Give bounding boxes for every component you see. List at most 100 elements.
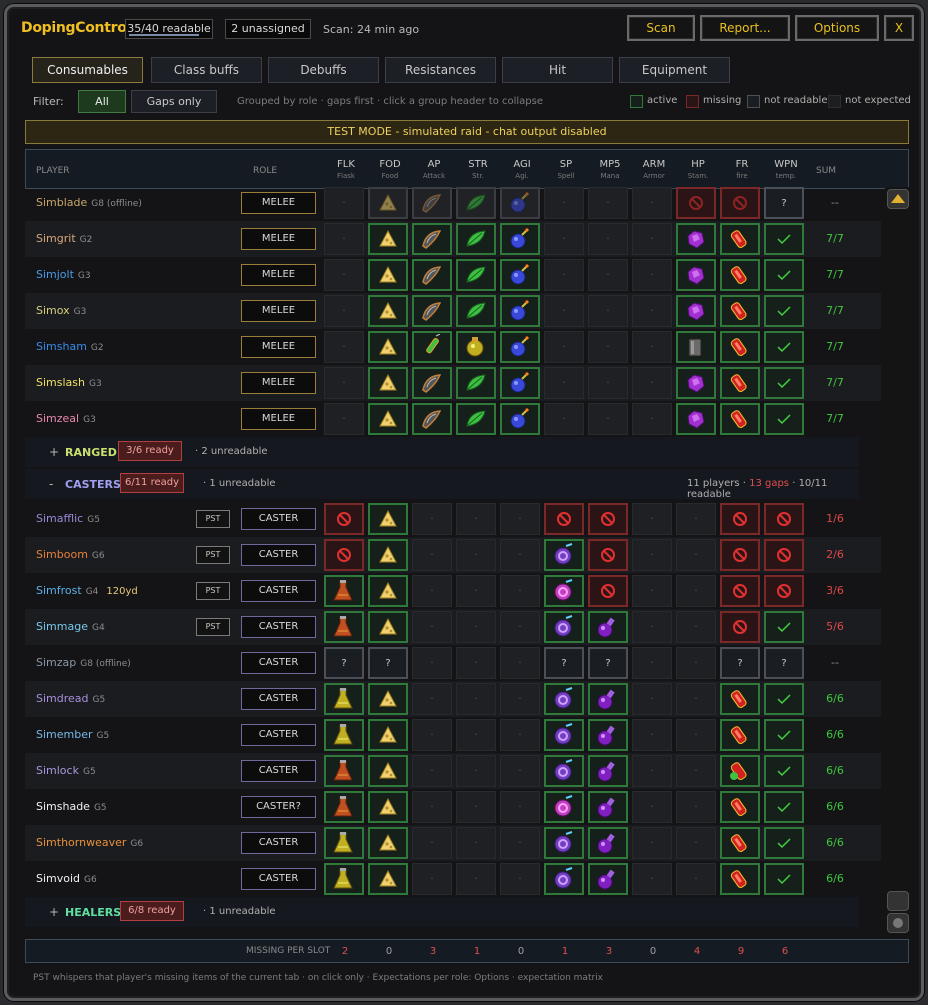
- slot-cell-armor[interactable]: ·: [632, 403, 672, 435]
- tab-class-buffs[interactable]: Class buffs: [151, 57, 262, 83]
- scrollbar-track[interactable]: [885, 187, 909, 937]
- slot-cell-flask[interactable]: [324, 755, 364, 787]
- slot-cell-food[interactable]: [368, 259, 408, 291]
- slot-cell-food[interactable]: [368, 331, 408, 363]
- slot-cell-food[interactable]: [368, 295, 408, 327]
- role-button[interactable]: CASTER: [241, 724, 316, 746]
- slot-cell-stamina[interactable]: ·: [676, 503, 716, 535]
- slot-cell-food[interactable]: [368, 683, 408, 715]
- slot-cell-weapon[interactable]: [764, 295, 804, 327]
- slot-cell-spell[interactable]: ?: [544, 647, 584, 679]
- slot-cell-weapon[interactable]: [764, 827, 804, 859]
- player-name-cell[interactable]: Simzeal G3: [36, 412, 96, 425]
- slot-cell-food[interactable]: [368, 403, 408, 435]
- tab-consumables[interactable]: Consumables: [32, 57, 143, 83]
- scroll-up-button[interactable]: [887, 189, 909, 209]
- slot-cell-strength[interactable]: [456, 367, 496, 399]
- slot-cell-spell[interactable]: [544, 503, 584, 535]
- player-name-cell[interactable]: Simslash G3: [36, 376, 102, 389]
- slot-cell-flask[interactable]: ·: [324, 367, 364, 399]
- group-header-ranged[interactable]: + RANGED 3/6 ready · 2 unreadable: [25, 437, 859, 467]
- role-button[interactable]: CASTER: [241, 688, 316, 710]
- role-button[interactable]: MELEE: [241, 372, 316, 394]
- slot-cell-flask[interactable]: ?: [324, 647, 364, 679]
- slot-cell-food[interactable]: [368, 791, 408, 823]
- unassigned-button[interactable]: 2 unassigned: [225, 19, 311, 39]
- slot-cell-attack[interactable]: [412, 187, 452, 219]
- slot-cell-stamina[interactable]: ·: [676, 683, 716, 715]
- slot-cell-food[interactable]: [368, 755, 408, 787]
- slot-cell-stamina[interactable]: ·: [676, 791, 716, 823]
- slot-cell-agility[interactable]: ·: [500, 791, 540, 823]
- slot-cell-strength[interactable]: ·: [456, 719, 496, 751]
- slot-cell-stamina[interactable]: ·: [676, 575, 716, 607]
- slot-cell-food[interactable]: [368, 187, 408, 219]
- slot-cell-weapon[interactable]: [764, 259, 804, 291]
- slot-cell-armor[interactable]: ·: [632, 647, 672, 679]
- slot-cell-flask[interactable]: [324, 539, 364, 571]
- slot-cell-flask[interactable]: [324, 683, 364, 715]
- slot-cell-strength[interactable]: ·: [456, 863, 496, 895]
- tab-equipment[interactable]: Equipment: [619, 57, 730, 83]
- slot-cell-fire[interactable]: [720, 863, 760, 895]
- player-name-cell[interactable]: Simboom G6: [36, 548, 105, 561]
- slot-cell-strength[interactable]: ·: [456, 827, 496, 859]
- slot-cell-attack[interactable]: ·: [412, 575, 452, 607]
- slot-cell-flask[interactable]: [324, 611, 364, 643]
- slot-cell-weapon[interactable]: [764, 755, 804, 787]
- slot-cell-attack[interactable]: [412, 259, 452, 291]
- options-button[interactable]: Options: [795, 15, 879, 41]
- slot-cell-attack[interactable]: ·: [412, 683, 452, 715]
- slot-cell-mana[interactable]: [588, 863, 628, 895]
- slot-cell-food[interactable]: [368, 575, 408, 607]
- slot-cell-food[interactable]: [368, 223, 408, 255]
- slot-cell-food[interactable]: [368, 611, 408, 643]
- slot-cell-stamina[interactable]: ·: [676, 827, 716, 859]
- pst-whisper-button[interactable]: PST: [196, 618, 230, 636]
- slot-cell-agility[interactable]: ·: [500, 683, 540, 715]
- slot-cell-food[interactable]: [368, 863, 408, 895]
- slot-cell-mana[interactable]: ·: [588, 367, 628, 399]
- slot-cell-spell[interactable]: [544, 827, 584, 859]
- player-name-cell[interactable]: Simvoid G6: [36, 872, 97, 885]
- slot-cell-strength[interactable]: ·: [456, 503, 496, 535]
- slot-cell-flask[interactable]: [324, 863, 364, 895]
- slot-cell-spell[interactable]: [544, 683, 584, 715]
- slot-cell-armor[interactable]: ·: [632, 259, 672, 291]
- slot-cell-flask[interactable]: ·: [324, 295, 364, 327]
- player-name-cell[interactable]: Simsham G2: [36, 340, 104, 353]
- player-name-cell[interactable]: Simox G3: [36, 304, 86, 317]
- slot-cell-agility[interactable]: ·: [500, 755, 540, 787]
- slot-cell-agility[interactable]: [500, 259, 540, 291]
- group-header-casters[interactable]: - CASTERS 6/11 ready · 1 unreadable 11 playe…: [25, 469, 859, 500]
- slot-cell-food[interactable]: ?: [368, 647, 408, 679]
- slot-cell-flask[interactable]: ·: [324, 403, 364, 435]
- slot-cell-armor[interactable]: ·: [632, 827, 672, 859]
- slot-cell-stamina[interactable]: [676, 259, 716, 291]
- slot-cell-stamina[interactable]: ·: [676, 539, 716, 571]
- slot-cell-spell[interactable]: [544, 755, 584, 787]
- slot-cell-armor[interactable]: ·: [632, 719, 672, 751]
- slot-cell-strength[interactable]: ·: [456, 647, 496, 679]
- slot-cell-flask[interactable]: ·: [324, 187, 364, 219]
- slot-cell-spell[interactable]: ·: [544, 331, 584, 363]
- slot-cell-armor[interactable]: ·: [632, 367, 672, 399]
- slot-cell-strength[interactable]: ·: [456, 575, 496, 607]
- tab-debuffs[interactable]: Debuffs: [268, 57, 379, 83]
- slot-cell-agility[interactable]: [500, 223, 540, 255]
- slot-cell-weapon[interactable]: [764, 539, 804, 571]
- slot-cell-weapon[interactable]: [764, 331, 804, 363]
- slot-cell-strength[interactable]: [456, 259, 496, 291]
- slot-cell-strength[interactable]: [456, 187, 496, 219]
- slot-cell-stamina[interactable]: ·: [676, 719, 716, 751]
- slot-cell-agility[interactable]: ·: [500, 539, 540, 571]
- slot-cell-agility[interactable]: ·: [500, 503, 540, 535]
- slot-cell-flask[interactable]: ·: [324, 259, 364, 291]
- slot-cell-weapon[interactable]: [764, 863, 804, 895]
- player-name-cell[interactable]: Simblade G8 (offline): [36, 196, 142, 209]
- tab-hit[interactable]: Hit: [502, 57, 613, 83]
- slot-cell-armor[interactable]: ·: [632, 295, 672, 327]
- slot-cell-agility[interactable]: [500, 187, 540, 219]
- scroll-down-button[interactable]: [887, 913, 909, 933]
- slot-cell-armor[interactable]: ·: [632, 331, 672, 363]
